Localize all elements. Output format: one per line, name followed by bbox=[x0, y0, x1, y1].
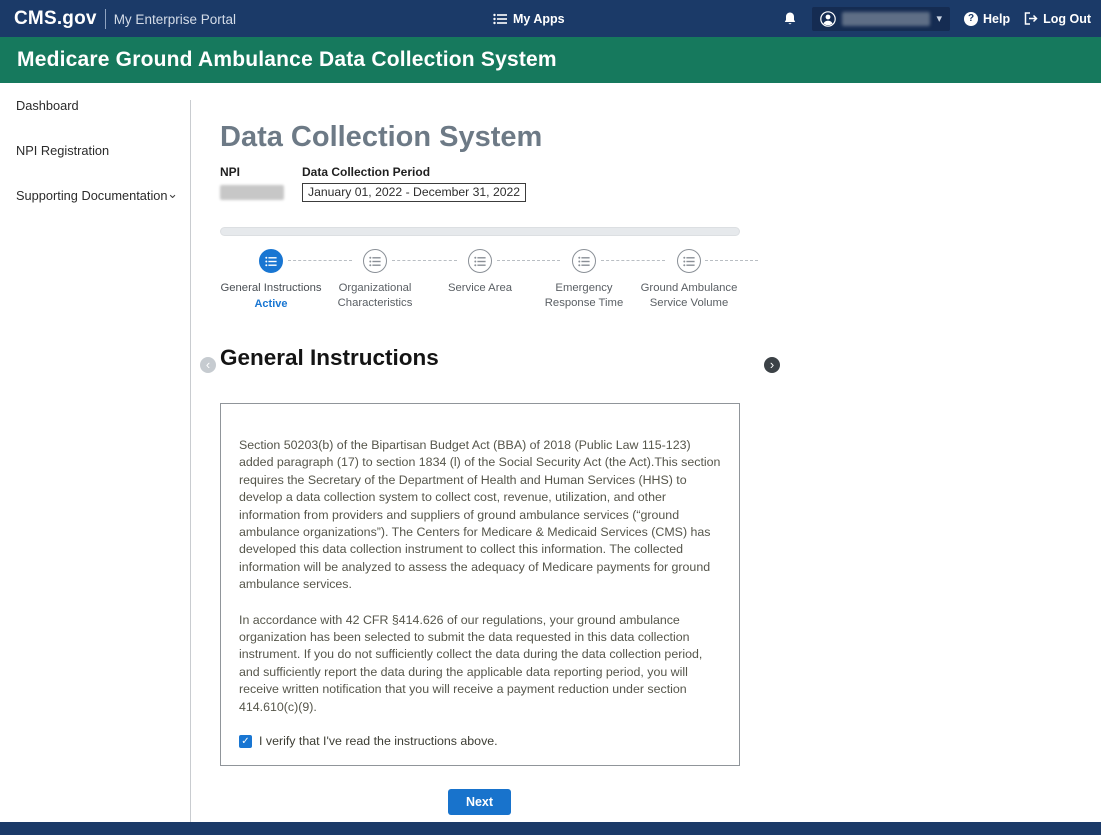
caret-down-icon: ▾ bbox=[936, 12, 942, 25]
username-redacted bbox=[842, 12, 930, 26]
sidebar-item-label: Supporting Documentation bbox=[16, 188, 168, 203]
step-label: Organizational Characteristics bbox=[320, 281, 430, 312]
help-link[interactable]: ? Help bbox=[964, 12, 1010, 26]
stepper-prev-button[interactable]: ‹ bbox=[200, 357, 216, 373]
sidebar-item-supporting-documentation[interactable]: Supporting Documentation ⌄ bbox=[0, 173, 190, 218]
chevron-left-icon: ‹ bbox=[206, 358, 210, 371]
logout-label: Log Out bbox=[1043, 12, 1091, 26]
verify-checkbox[interactable]: ✓ bbox=[239, 735, 252, 748]
step-label: General Instructions bbox=[216, 281, 326, 296]
instructions-paragraph-1: Section 50203(b) of the Bipartisan Budge… bbox=[239, 437, 721, 594]
next-button[interactable]: Next bbox=[448, 789, 511, 815]
sidebar: Dashboard NPI Registration Supporting Do… bbox=[0, 83, 190, 218]
step-icon-circle[interactable] bbox=[572, 249, 596, 273]
sidebar-item-dashboard[interactable]: Dashboard bbox=[0, 83, 190, 128]
help-icon: ? bbox=[964, 12, 978, 26]
my-apps-menu[interactable]: My Apps bbox=[493, 0, 565, 37]
step-icon-circle[interactable] bbox=[677, 249, 701, 273]
form-list-icon bbox=[474, 256, 486, 267]
npi-label: NPI bbox=[220, 165, 284, 179]
sidebar-item-npi-registration[interactable]: NPI Registration bbox=[0, 128, 190, 173]
logout-link[interactable]: Log Out bbox=[1024, 12, 1091, 26]
section-title: General Instructions bbox=[220, 345, 439, 371]
step-emergency-response-time[interactable]: Emergency Response Time bbox=[529, 249, 639, 312]
portal-name: My Enterprise Portal bbox=[114, 12, 236, 27]
chevron-right-icon: › bbox=[770, 358, 774, 371]
cms-logo[interactable]: CMS.gov bbox=[14, 8, 97, 30]
data-collection-period-field: Data Collection Period January 01, 2022 … bbox=[302, 165, 526, 202]
brand-divider bbox=[105, 9, 106, 29]
help-label: Help bbox=[983, 12, 1010, 26]
user-avatar-icon bbox=[820, 11, 836, 27]
stepper-next-button[interactable]: › bbox=[764, 357, 780, 373]
my-apps-label: My Apps bbox=[513, 12, 565, 26]
step-organizational-characteristics[interactable]: Organizational Characteristics bbox=[320, 249, 430, 312]
progress-bar bbox=[220, 227, 740, 236]
form-list-icon bbox=[683, 256, 695, 267]
user-account-menu[interactable]: ▾ bbox=[812, 7, 950, 31]
step-icon-circle[interactable] bbox=[363, 249, 387, 273]
period-value: January 01, 2022 - December 31, 2022 bbox=[302, 183, 526, 202]
npi-value-redacted bbox=[220, 185, 284, 200]
list-icon bbox=[493, 13, 507, 25]
brand[interactable]: CMS.gov My Enterprise Portal bbox=[14, 8, 236, 30]
step-status: Active bbox=[216, 298, 326, 310]
sidebar-item-label: Dashboard bbox=[16, 98, 79, 113]
period-label: Data Collection Period bbox=[302, 165, 526, 179]
step-label: Ground Ambulance Service Volume bbox=[634, 281, 744, 312]
step-general-instructions[interactable]: General Instructions Active bbox=[216, 249, 326, 310]
instructions-paragraph-2: In accordance with 42 CFR §414.626 of ou… bbox=[239, 612, 721, 716]
step-label: Service Area bbox=[425, 281, 535, 296]
verify-row: ✓ I verify that I've read the instructio… bbox=[239, 734, 721, 748]
form-list-icon bbox=[369, 256, 381, 267]
topbar-right-group: ▾ ? Help Log Out bbox=[782, 0, 1091, 37]
step-icon-circle[interactable] bbox=[468, 249, 492, 273]
step-ground-ambulance-service-volume[interactable]: Ground Ambulance Service Volume bbox=[634, 249, 744, 312]
notifications-bell-icon[interactable] bbox=[782, 11, 798, 27]
page: CMS.gov My Enterprise Portal My Apps bbox=[0, 0, 1101, 835]
chevron-down-icon: ⌄ bbox=[167, 186, 178, 202]
verify-checkbox-label: I verify that I've read the instructions… bbox=[259, 734, 498, 748]
app-header: Medicare Ground Ambulance Data Collectio… bbox=[0, 37, 1101, 83]
app-title: Medicare Ground Ambulance Data Collectio… bbox=[17, 48, 557, 72]
logout-icon bbox=[1024, 12, 1038, 25]
footer-bar bbox=[0, 822, 1101, 835]
instructions-panel: Section 50203(b) of the Bipartisan Budge… bbox=[220, 403, 740, 766]
npi-field: NPI bbox=[220, 165, 284, 200]
form-list-icon bbox=[265, 256, 277, 267]
sidebar-divider bbox=[190, 100, 191, 822]
step-icon-circle[interactable] bbox=[259, 249, 283, 273]
top-navigation-bar: CMS.gov My Enterprise Portal My Apps bbox=[0, 0, 1101, 37]
form-list-icon bbox=[578, 256, 590, 267]
step-label: Emergency Response Time bbox=[529, 281, 639, 312]
step-navigator: ‹ General Instructions Active bbox=[200, 249, 760, 329]
step-service-area[interactable]: Service Area bbox=[425, 249, 535, 296]
page-title: Data Collection System bbox=[220, 121, 542, 154]
sidebar-item-label: NPI Registration bbox=[16, 143, 109, 158]
